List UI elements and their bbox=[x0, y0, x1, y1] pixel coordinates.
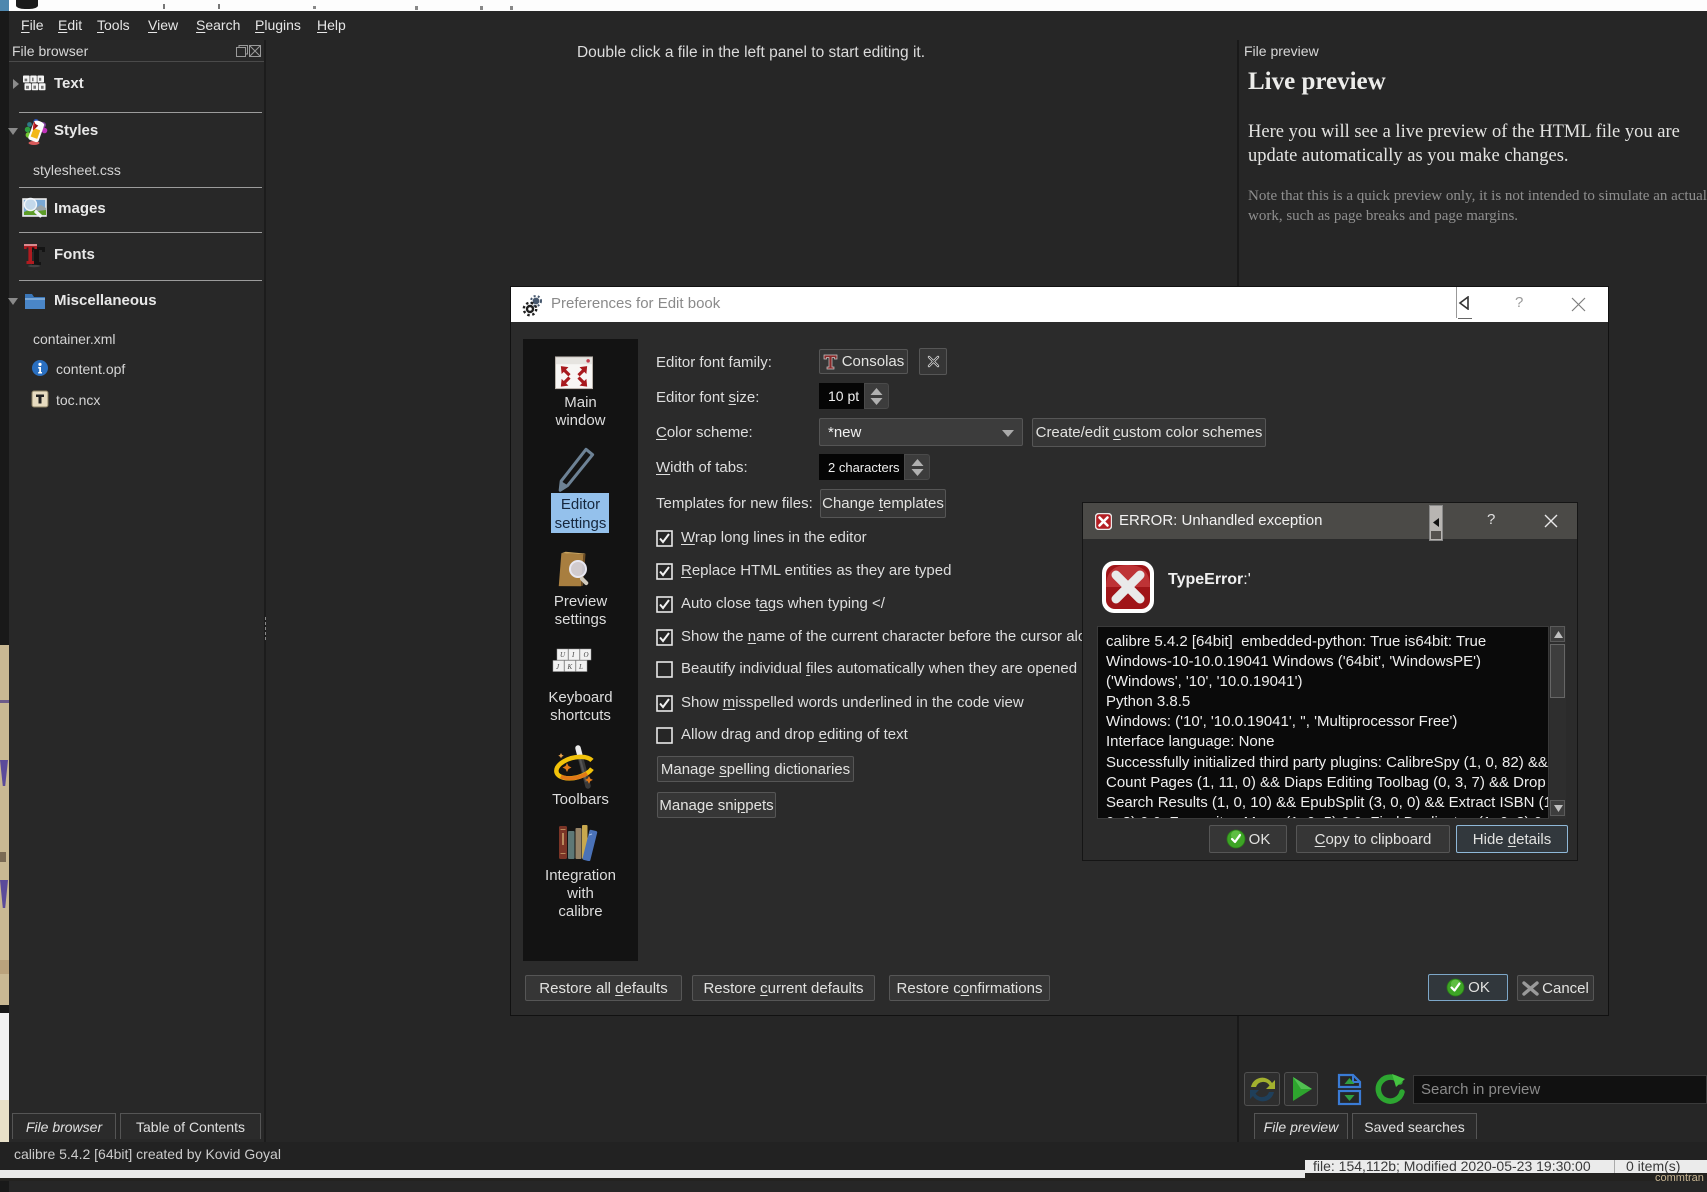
svg-text:K: K bbox=[567, 663, 573, 671]
svg-text:O: O bbox=[584, 651, 589, 659]
svg-text:L: L bbox=[578, 663, 583, 671]
